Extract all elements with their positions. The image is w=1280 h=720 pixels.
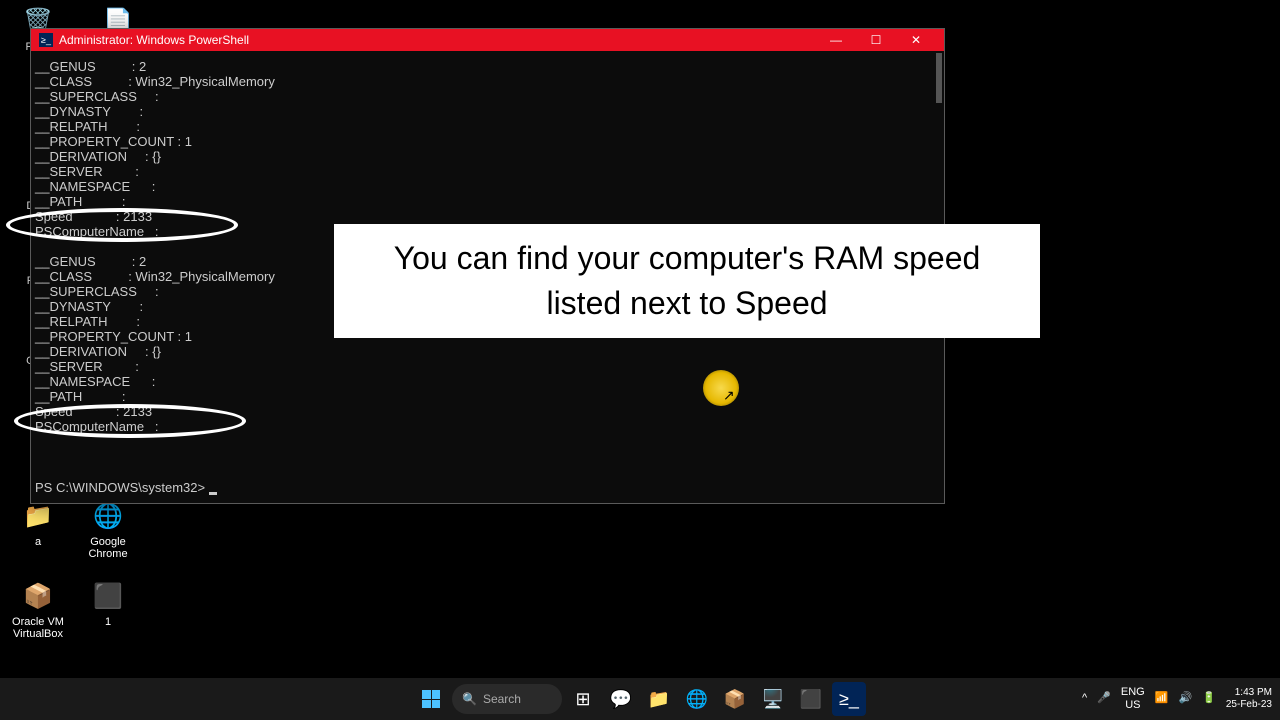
language-indicator[interactable]: ENG US	[1121, 686, 1145, 712]
lang-text: ENG	[1121, 686, 1145, 699]
tray-mic-icon[interactable]: 🎤	[1097, 692, 1111, 705]
desktop-icon-virtualbox[interactable]: 📦 Oracle VM VirtualBox	[8, 580, 68, 640]
taskbar: 🔍 Search ⊞ 💬 📁 🌐 📦 🖥️ ⬛ ≥_ ^ 🎤 ENG US 📶 …	[0, 678, 1280, 720]
tray-volume-icon[interactable]: 🔊	[1178, 692, 1192, 705]
time-text: 1:43 PM	[1226, 687, 1272, 699]
output-speed-line: Speed : 2133	[35, 404, 940, 419]
tray-battery-icon[interactable]: 🔋	[1202, 692, 1216, 705]
output-line: PSComputerName :	[35, 419, 940, 434]
output-line: __RELPATH :	[35, 119, 940, 134]
close-button[interactable]: ✕	[896, 33, 936, 47]
output-line: __SERVER :	[35, 359, 940, 374]
icon-label: Google Chrome	[78, 536, 138, 560]
prompt-line: PS C:\WINDOWS\system32>	[35, 480, 217, 495]
desktop: 🗑️ Recy 📄 Defe Free GPic Mic 📁 a 🌐 Googl…	[0, 0, 1280, 720]
desktop-icon-chrome[interactable]: 🌐 Google Chrome	[78, 500, 138, 560]
desktop-icon-one[interactable]: ⬛ 1	[78, 580, 138, 628]
task-view-button[interactable]: ⊞	[566, 682, 600, 716]
desktop-icon-a[interactable]: 📁 a	[8, 500, 68, 548]
tray-wifi-icon[interactable]: 📶	[1155, 692, 1169, 705]
taskbar-app-edge[interactable]: 🌐	[680, 682, 714, 716]
taskbar-app-powershell[interactable]: ≥_	[832, 682, 866, 716]
taskbar-app-explorer[interactable]: 📁	[642, 682, 676, 716]
output-line: __NAMESPACE :	[35, 179, 940, 194]
tray-chevron[interactable]: ^	[1082, 692, 1087, 705]
scrollbar[interactable]	[936, 53, 942, 103]
taskbar-app-remote[interactable]: 🖥️	[756, 682, 790, 716]
output-line: __CLASS : Win32_PhysicalMemory	[35, 74, 940, 89]
clock[interactable]: 1:43 PM 25-Feb-23	[1226, 687, 1272, 711]
start-button[interactable]	[414, 682, 448, 716]
output-line: __SUPERCLASS :	[35, 89, 940, 104]
icon-label: Oracle VM VirtualBox	[8, 616, 68, 640]
one-icon: ⬛	[92, 580, 124, 612]
output-line: __SERVER :	[35, 164, 940, 179]
window-titlebar[interactable]: ≥_ Administrator: Windows PowerShell — ☐…	[31, 29, 944, 51]
taskbar-app-chat[interactable]: 💬	[604, 682, 638, 716]
windows-logo-icon	[422, 690, 440, 708]
search-box[interactable]: 🔍 Search	[452, 684, 562, 714]
output-line: __PATH :	[35, 194, 940, 209]
cursor	[209, 492, 217, 495]
date-text: 25-Feb-23	[1226, 699, 1272, 711]
search-icon: 🔍	[462, 692, 477, 706]
minimize-button[interactable]: —	[816, 33, 856, 47]
folder-icon: 📁	[22, 500, 54, 532]
icon-label: a	[8, 536, 68, 548]
prompt-text: PS C:\WINDOWS\system32>	[35, 480, 205, 495]
window-title: Administrator: Windows PowerShell	[59, 33, 816, 47]
output-line: __NAMESPACE :	[35, 374, 940, 389]
locale-text: US	[1121, 699, 1145, 712]
output-line: __DERIVATION : {}	[35, 149, 940, 164]
powershell-icon: ≥_	[39, 33, 53, 47]
chrome-icon: 🌐	[92, 500, 124, 532]
maximize-button[interactable]: ☐	[856, 33, 896, 47]
output-line: __DYNASTY :	[35, 104, 940, 119]
output-line: __PROPERTY_COUNT : 1	[35, 134, 940, 149]
taskbar-app-virtualbox[interactable]: 📦	[718, 682, 752, 716]
output-line: __DERIVATION : {}	[35, 344, 940, 359]
cursor-highlight	[703, 370, 739, 406]
output-line: __GENUS : 2	[35, 59, 940, 74]
output-line: __PATH :	[35, 389, 940, 404]
taskbar-center: 🔍 Search ⊞ 💬 📁 🌐 📦 🖥️ ⬛ ≥_	[414, 682, 866, 716]
virtualbox-icon: 📦	[22, 580, 54, 612]
taskbar-app-terminal[interactable]: ⬛	[794, 682, 828, 716]
system-tray: ^ 🎤 ENG US 📶 🔊 🔋 1:43 PM 25-Feb-23	[1082, 686, 1272, 712]
search-placeholder: Search	[483, 692, 521, 706]
icon-label: 1	[78, 616, 138, 628]
callout-text: You can find your computer's RAM speed l…	[334, 224, 1040, 338]
output-speed-line: Speed : 2133	[35, 209, 940, 224]
